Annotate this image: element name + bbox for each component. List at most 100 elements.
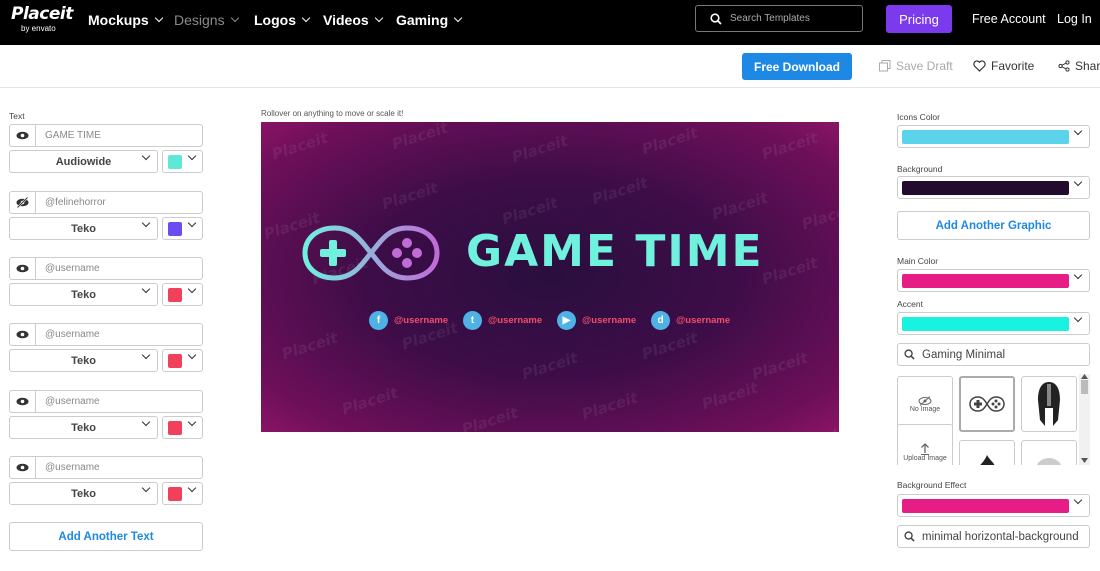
font-select[interactable]: Teko bbox=[9, 482, 158, 505]
search-icon bbox=[904, 531, 915, 542]
text-field-value[interactable]: @username bbox=[36, 391, 100, 412]
background-search-input[interactable]: minimal horizontal-background bbox=[897, 525, 1090, 548]
font-select[interactable]: Audiowide bbox=[9, 150, 158, 173]
eye-icon[interactable] bbox=[16, 463, 29, 472]
eye-icon[interactable] bbox=[16, 397, 29, 406]
graphic-tile-gamepad[interactable] bbox=[959, 376, 1015, 432]
text-color-select[interactable] bbox=[162, 349, 203, 372]
placeit-logo[interactable]: Placeit by envato bbox=[11, 4, 73, 33]
text-field-value[interactable]: @username bbox=[36, 324, 100, 345]
text-color-swatch bbox=[168, 487, 182, 501]
nav-designs-label: Designs bbox=[174, 12, 225, 28]
accent-color-select[interactable] bbox=[897, 312, 1090, 335]
social-handle[interactable]: ▶ @username bbox=[557, 311, 636, 330]
placeit-watermark: Placeit bbox=[389, 122, 451, 154]
placeit-watermark: Placeit bbox=[799, 198, 839, 234]
gallery-scrollbar[interactable] bbox=[1079, 374, 1090, 465]
canvas-game-title[interactable]: GAME TIME bbox=[466, 226, 764, 277]
eye-icon[interactable] bbox=[16, 131, 29, 140]
visibility-toggle[interactable] bbox=[10, 324, 36, 345]
visibility-toggle[interactable] bbox=[10, 457, 36, 478]
background-color-select[interactable] bbox=[897, 176, 1090, 199]
visibility-toggle[interactable] bbox=[10, 391, 36, 412]
chevron-down-icon bbox=[187, 483, 197, 493]
text-field-value[interactable]: @felinehorror bbox=[36, 192, 106, 213]
save-draft-button[interactable]: Save Draft bbox=[879, 59, 953, 73]
social-handle[interactable]: f @username bbox=[369, 311, 448, 330]
font-select-value: Teko bbox=[71, 222, 96, 235]
chevron-down-icon bbox=[1073, 313, 1083, 323]
gamepad-infinity-logo[interactable] bbox=[301, 220, 441, 286]
social-handle[interactable]: d @username bbox=[651, 311, 730, 330]
add-another-text-button[interactable]: Add Another Text bbox=[9, 522, 203, 551]
upload-image-tile[interactable]: Upload Image bbox=[897, 424, 953, 465]
nav-mockups[interactable]: Mockups bbox=[88, 12, 163, 28]
font-select-value: Teko bbox=[71, 421, 96, 434]
search-templates-input[interactable]: Search Templates bbox=[695, 5, 863, 32]
main-color-select[interactable] bbox=[897, 269, 1090, 292]
text-color-select[interactable] bbox=[162, 217, 203, 240]
text-field-row[interactable]: @felinehorror bbox=[9, 191, 203, 214]
flame-icon bbox=[980, 455, 995, 465]
graphic-tile-helmet[interactable] bbox=[1021, 376, 1077, 432]
scrollbar-thumb[interactable] bbox=[1081, 380, 1088, 394]
icons-color-select[interactable] bbox=[897, 125, 1090, 148]
visibility-toggle[interactable] bbox=[10, 192, 36, 213]
text-color-select[interactable] bbox=[162, 416, 203, 439]
font-select-value: Teko bbox=[71, 487, 96, 500]
favorite-button[interactable]: Favorite bbox=[973, 59, 1034, 73]
text-field-row[interactable]: @username bbox=[9, 257, 203, 280]
pricing-button[interactable]: Pricing bbox=[886, 5, 952, 33]
eye-icon[interactable] bbox=[16, 330, 29, 339]
visibility-toggle[interactable] bbox=[10, 258, 36, 279]
login-link[interactable]: Log In bbox=[1057, 12, 1092, 26]
nav-logos[interactable]: Logos bbox=[254, 12, 311, 28]
font-select-value: Teko bbox=[71, 288, 96, 301]
icons-color-label: Icons Color bbox=[897, 112, 940, 122]
nav-videos[interactable]: Videos bbox=[323, 12, 383, 28]
text-field-row[interactable]: GAME TIME bbox=[9, 124, 203, 147]
free-account-link[interactable]: Free Account bbox=[972, 12, 1046, 26]
social-handle[interactable]: t @username bbox=[463, 311, 542, 330]
add-another-graphic-button[interactable]: Add Another Graphic bbox=[897, 211, 1090, 240]
font-select[interactable]: Teko bbox=[9, 283, 158, 306]
text-field-row[interactable]: @username bbox=[9, 390, 203, 413]
text-color-select[interactable] bbox=[162, 283, 203, 306]
share-label: Share bbox=[1075, 59, 1100, 73]
eye-slash-icon[interactable] bbox=[16, 197, 29, 208]
graphic-tile-flame[interactable] bbox=[959, 440, 1015, 465]
icons-color-swatch bbox=[902, 130, 1069, 144]
save-draft-label: Save Draft bbox=[896, 59, 953, 73]
text-field-value[interactable]: @username bbox=[36, 457, 100, 478]
eye-icon[interactable] bbox=[16, 264, 29, 273]
nav-designs[interactable]: Designs bbox=[174, 12, 239, 28]
graphic-tile-skull[interactable] bbox=[1021, 440, 1077, 465]
placeit-watermark: Placeit bbox=[339, 383, 401, 419]
graphic-search-input[interactable]: Gaming Minimal bbox=[897, 343, 1090, 366]
upload-label: Upload Image bbox=[903, 454, 947, 462]
graphic-search-value: Gaming Minimal bbox=[922, 348, 1006, 361]
free-download-button[interactable]: Free Download bbox=[742, 53, 852, 80]
placeit-watermark: Placeit bbox=[509, 131, 571, 167]
text-field-row[interactable]: @username bbox=[9, 456, 203, 479]
font-select[interactable]: Teko bbox=[9, 416, 158, 439]
background-label: Background bbox=[897, 164, 943, 174]
scroll-up-icon[interactable] bbox=[1081, 374, 1088, 379]
scroll-down-icon[interactable] bbox=[1081, 458, 1088, 463]
font-select-value: Teko bbox=[71, 354, 96, 367]
text-field-value[interactable]: @username bbox=[36, 258, 100, 279]
visibility-toggle[interactable] bbox=[10, 125, 36, 146]
design-canvas[interactable]: Placeit Placeit Placeit Placeit Placeit Place… bbox=[261, 122, 839, 432]
text-field-value[interactable]: GAME TIME bbox=[36, 125, 101, 146]
text-color-select[interactable] bbox=[162, 150, 203, 173]
canvas-hint: Rollover on anything to move or scale it… bbox=[261, 109, 404, 118]
nav-gaming[interactable]: Gaming bbox=[396, 12, 463, 28]
font-select[interactable]: Teko bbox=[9, 217, 158, 240]
text-color-select[interactable] bbox=[162, 482, 203, 505]
background-effect-color-select[interactable] bbox=[897, 494, 1090, 517]
share-button[interactable]: Share bbox=[1058, 59, 1100, 73]
background-color-swatch bbox=[902, 181, 1069, 195]
font-select[interactable]: Teko bbox=[9, 349, 158, 372]
logo-main: Placeit bbox=[11, 4, 73, 24]
text-field-row[interactable]: @username bbox=[9, 323, 203, 346]
